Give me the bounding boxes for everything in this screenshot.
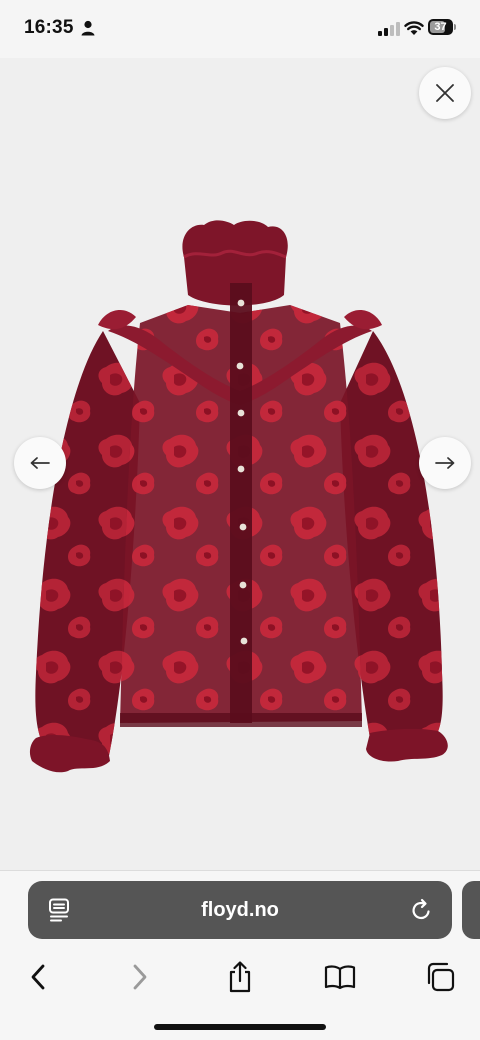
- battery-icon: 37: [428, 19, 458, 37]
- tabs-icon: [427, 962, 455, 992]
- image-viewer: [0, 58, 480, 870]
- home-indicator: [154, 1024, 326, 1030]
- browser-toolbar: floyd.no: [0, 870, 480, 1040]
- person-icon: [81, 20, 95, 36]
- product-image: [29, 220, 448, 773]
- close-icon: [436, 84, 454, 102]
- back-icon: [31, 964, 45, 990]
- next-image-button[interactable]: [419, 437, 471, 489]
- previous-image-button[interactable]: [14, 437, 66, 489]
- bookmarks-icon: [324, 965, 356, 990]
- arrow-left-icon: [30, 457, 50, 469]
- battery-level-text: 37: [434, 21, 447, 33]
- wifi-icon: [404, 21, 424, 35]
- close-button[interactable]: [419, 67, 471, 119]
- url-text: floyd.no: [201, 899, 279, 921]
- share-button[interactable]: [218, 955, 262, 999]
- address-bar[interactable]: floyd.no: [28, 881, 452, 939]
- share-icon: [229, 961, 251, 993]
- forward-button[interactable]: [118, 955, 162, 999]
- reload-icon[interactable]: [411, 898, 433, 922]
- bookmarks-button[interactable]: [318, 955, 362, 999]
- tabs-button[interactable]: [418, 955, 462, 999]
- next-tab-peek[interactable]: [462, 881, 480, 939]
- forward-icon: [133, 964, 147, 990]
- status-bar: 16:35 37: [0, 0, 480, 58]
- back-button[interactable]: [16, 955, 60, 999]
- arrow-right-icon: [435, 457, 455, 469]
- cellular-signal-icon: [378, 22, 400, 36]
- status-time: 16:35: [24, 17, 74, 38]
